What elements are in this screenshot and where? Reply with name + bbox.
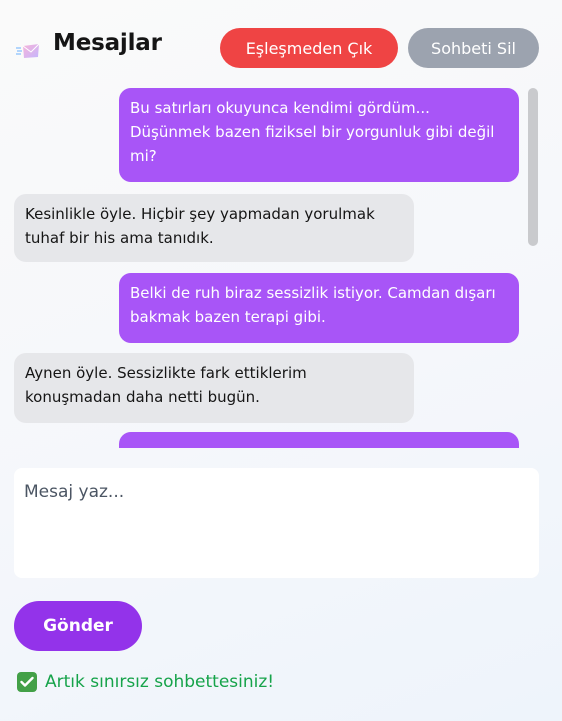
message-input[interactable] xyxy=(14,468,539,578)
page-title: Mesajlar xyxy=(53,30,162,56)
send-button[interactable]: Gönder xyxy=(14,601,142,651)
chat-header: Mesajlar Eşleşmeden Çık Sohbeti Sil xyxy=(0,0,562,96)
message-bubble-other: Aynen öyle. Sessizlikte fark ettiklerim … xyxy=(14,353,414,423)
message-bubble-own: Belki de ruh biraz sessizlik istiyor. Ca… xyxy=(119,273,519,343)
chat-scrollbar[interactable] xyxy=(528,88,538,246)
message-bubble-own: Bu satırları okuyunca kendimi gördüm... … xyxy=(119,88,519,182)
leave-match-button[interactable]: Eşleşmeden Çık xyxy=(220,28,398,68)
chat-logo-icon xyxy=(16,42,40,60)
message-bubble-own xyxy=(119,432,519,448)
message-list[interactable]: Bu satırları okuyunca kendimi gördüm... … xyxy=(0,88,562,448)
delete-chat-button[interactable]: Sohbeti Sil xyxy=(408,28,539,68)
status-message: Artık sınırsız sohbettesiniz! xyxy=(17,670,274,694)
status-text: Artık sınırsız sohbettesiniz! xyxy=(45,672,275,692)
check-box-icon xyxy=(17,672,37,692)
message-bubble-other: Kesinlikle öyle. Hiçbir şey yapmadan yor… xyxy=(14,194,414,262)
